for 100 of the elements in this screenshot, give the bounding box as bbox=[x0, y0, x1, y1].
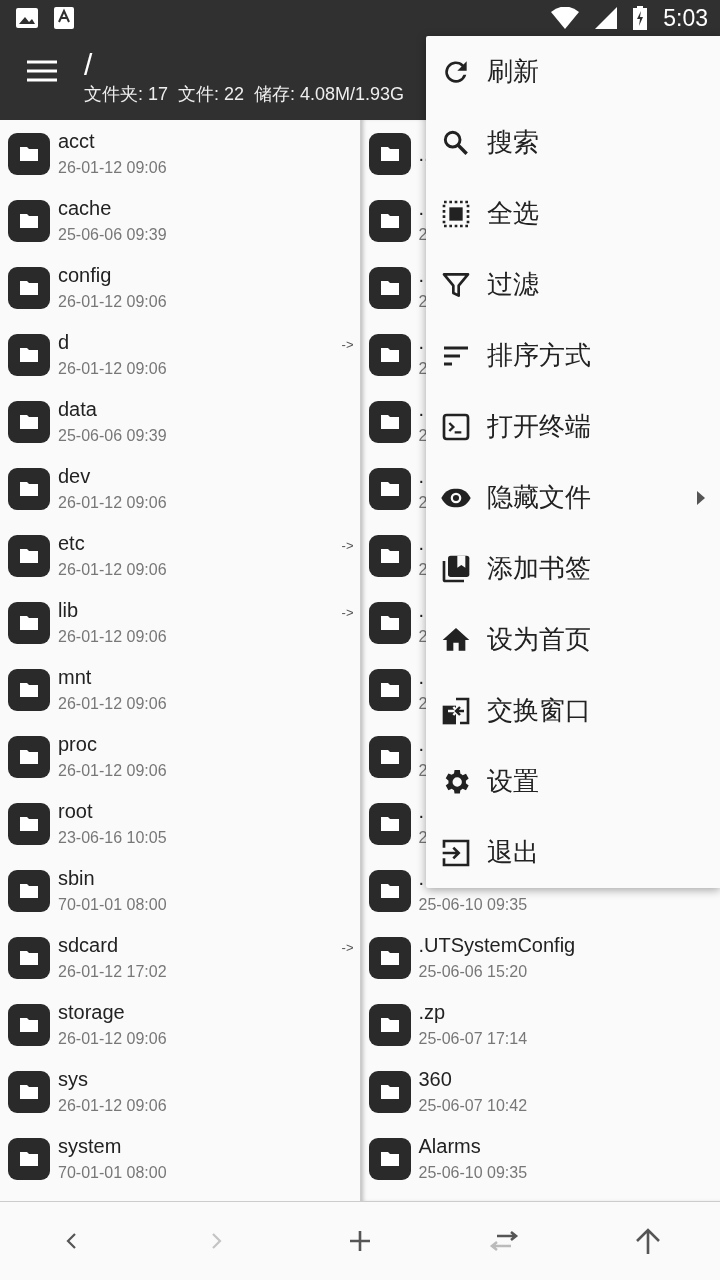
file-name: . bbox=[418, 798, 425, 823]
file-date: 25-06-10 09:35 bbox=[418, 894, 528, 915]
file-date: 2 bbox=[418, 626, 428, 647]
folder-icon bbox=[368, 802, 411, 845]
file-name: sys bbox=[58, 1066, 88, 1091]
wifi-icon bbox=[551, 7, 580, 29]
file-name: . bbox=[418, 865, 425, 890]
folder-icon bbox=[368, 668, 411, 711]
file-date: 26-01-12 17:02 bbox=[58, 961, 167, 982]
file-date: 70-01-01 08:00 bbox=[58, 1162, 167, 1183]
folder-icon bbox=[8, 132, 50, 175]
file-date: 2 bbox=[418, 760, 428, 781]
folder-icon bbox=[368, 869, 411, 912]
file-name: data bbox=[58, 396, 97, 421]
folder-icon bbox=[368, 1003, 411, 1046]
folder-icon bbox=[368, 199, 411, 242]
file-name: lib bbox=[58, 597, 78, 622]
menu-item[interactable]: 打开终端 bbox=[426, 391, 720, 462]
file-date: 70-01-01 08:00 bbox=[58, 894, 167, 915]
file-date: 25-06-06 15:20 bbox=[418, 961, 528, 982]
file-name: d bbox=[58, 329, 70, 354]
file-name: mnt bbox=[58, 664, 92, 689]
symlink-mark: -> bbox=[341, 538, 354, 553]
folder-icon bbox=[368, 936, 411, 979]
folder-icon bbox=[8, 601, 50, 644]
file-name: . bbox=[418, 731, 425, 756]
menu-item[interactable]: 搜索 bbox=[426, 107, 720, 178]
folder-icon bbox=[8, 400, 50, 443]
file-name: . bbox=[418, 262, 425, 287]
file-name: Alarms bbox=[418, 1133, 481, 1158]
folder-icon bbox=[8, 869, 50, 912]
symlink-mark: -> bbox=[341, 940, 354, 955]
file-date: 26-01-12 09:06 bbox=[58, 760, 167, 781]
file-name: sdcard bbox=[58, 932, 119, 957]
folder-icon bbox=[8, 534, 50, 577]
folder-icon bbox=[368, 601, 411, 644]
file-date: 26-01-12 09:06 bbox=[58, 492, 167, 513]
file-date: 2 bbox=[418, 358, 428, 379]
file-name: dev bbox=[58, 463, 91, 488]
folder-icon bbox=[368, 1070, 411, 1113]
menu-item[interactable]: 全选 bbox=[426, 178, 720, 249]
file-date: 25-06-07 10:42 bbox=[418, 1095, 528, 1116]
file-date: 26-01-12 09:06 bbox=[58, 358, 167, 379]
folder-icon bbox=[8, 333, 50, 376]
folder-icon bbox=[368, 400, 411, 443]
file-name: system bbox=[58, 1133, 122, 1158]
file-name: . bbox=[418, 329, 425, 354]
file-date: 25-06-10 09:35 bbox=[418, 1162, 528, 1183]
file-name: sbin bbox=[58, 865, 95, 890]
folder-icon bbox=[8, 199, 50, 242]
folder-icon bbox=[8, 467, 50, 510]
file-date: 2 bbox=[418, 693, 428, 714]
file-name: config bbox=[58, 262, 112, 287]
folder-icon bbox=[368, 735, 411, 778]
symlink-mark: -> bbox=[341, 605, 354, 620]
file-date: 2 bbox=[418, 559, 428, 580]
folder-icon bbox=[8, 735, 50, 778]
menu-item[interactable]: 刷新 bbox=[426, 36, 720, 107]
menu-item[interactable]: 退出 bbox=[426, 817, 720, 888]
file-name: .zp bbox=[418, 999, 446, 1024]
file-date: 23-06-16 10:05 bbox=[58, 827, 167, 848]
file-date: 26-01-12 09:06 bbox=[58, 626, 167, 647]
menu-item[interactable]: 添加书签 bbox=[426, 533, 720, 604]
file-name: proc bbox=[58, 731, 97, 756]
folder-icon bbox=[8, 266, 50, 309]
current-path: / bbox=[84, 48, 94, 82]
menu-item[interactable]: 交换窗口 bbox=[426, 675, 720, 746]
file-name: . bbox=[418, 396, 425, 421]
folder-icon bbox=[8, 1137, 50, 1180]
menu-item[interactable]: 设置 bbox=[426, 746, 720, 817]
file-name: . bbox=[418, 463, 425, 488]
battery-icon bbox=[633, 6, 648, 30]
menu-icon bbox=[27, 60, 57, 82]
folder-icon bbox=[8, 668, 50, 711]
menu-item[interactable]: 过滤 bbox=[426, 249, 720, 320]
folder-icon bbox=[368, 1137, 411, 1180]
file-name: . bbox=[418, 195, 425, 220]
folder-icon bbox=[8, 1070, 50, 1113]
folder-icon bbox=[368, 333, 411, 376]
folder-icon bbox=[8, 1003, 50, 1046]
menu-item[interactable]: 设为首页 bbox=[426, 604, 720, 675]
file-date: 25-06-06 09:39 bbox=[58, 425, 167, 446]
file-name: .UTSystemConfig bbox=[418, 932, 576, 957]
file-date: 2 bbox=[418, 827, 428, 848]
file-name: . bbox=[418, 597, 425, 622]
menu-item[interactable]: 排序方式 bbox=[426, 320, 720, 391]
file-date: 2 bbox=[418, 291, 428, 312]
signal-icon bbox=[595, 7, 618, 29]
file-name: . bbox=[418, 530, 425, 555]
menu-item[interactable]: 隐藏文件 bbox=[426, 462, 720, 533]
folder-icon bbox=[8, 802, 50, 845]
file-name: 360 bbox=[418, 1066, 452, 1091]
file-name: . bbox=[418, 664, 425, 689]
clock: 5:03 bbox=[663, 4, 708, 32]
storage-summary: 文件夹: 17 文件: 22 储存: 4.08M/1.93G bbox=[84, 83, 405, 106]
symlink-mark: -> bbox=[341, 337, 354, 352]
file-date: 26-01-12 09:06 bbox=[58, 157, 167, 178]
file-name: cache bbox=[58, 195, 112, 220]
up-arrow-icon bbox=[635, 1227, 661, 1255]
folder-icon bbox=[368, 266, 411, 309]
